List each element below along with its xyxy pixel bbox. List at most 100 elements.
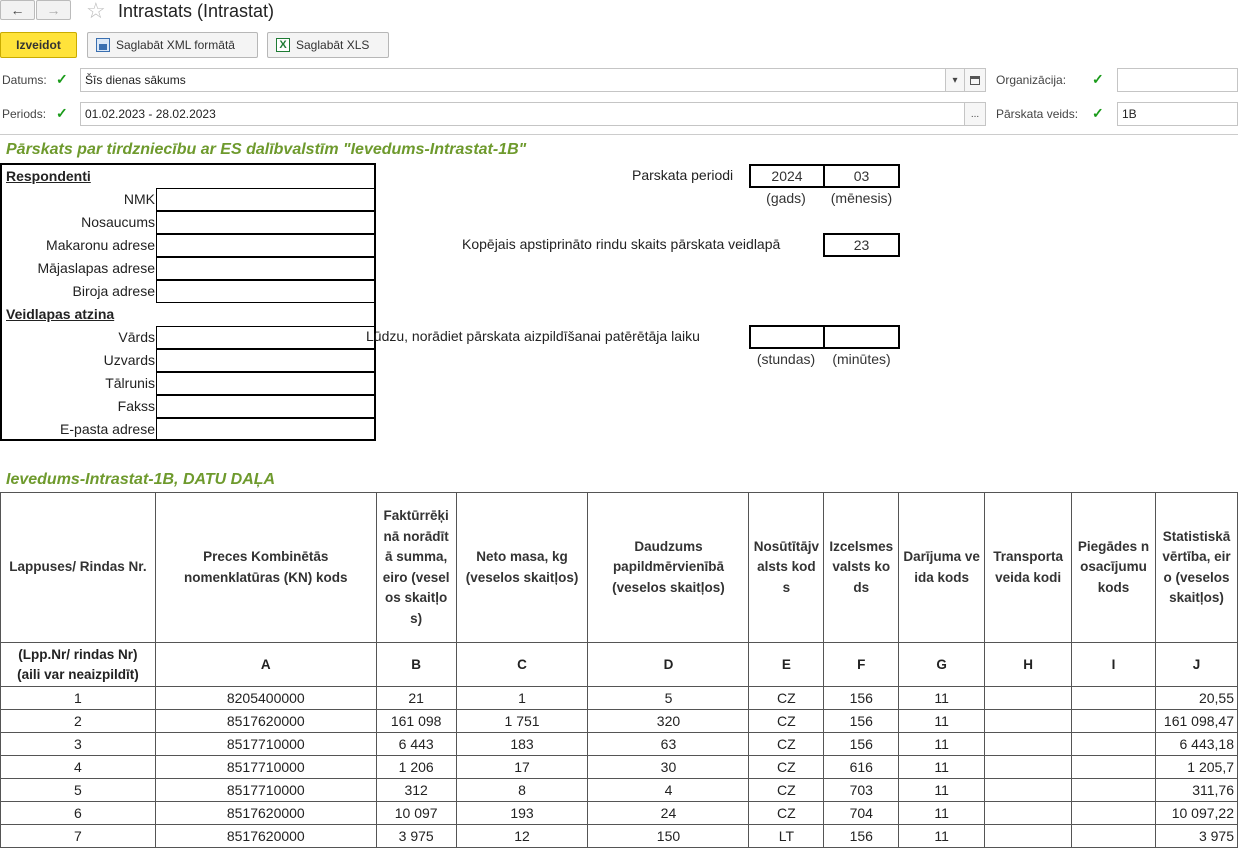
net-mass-cell[interactable]: 183 — [455, 732, 589, 756]
consignment-country-cell[interactable]: CZ — [748, 778, 825, 802]
name-input[interactable] — [156, 211, 376, 234]
invoice-amount-cell[interactable]: 1 206 — [375, 755, 457, 779]
hours-cell[interactable] — [749, 325, 825, 349]
quantity-cell[interactable]: 320 — [587, 709, 750, 733]
statistical-value-cell[interactable]: 6 443,18 — [1154, 732, 1238, 756]
transport-mode-cell[interactable] — [984, 732, 1073, 756]
organization-checkbox[interactable]: ✓ — [1092, 72, 1106, 86]
period-select-button[interactable]: ... — [964, 102, 986, 126]
date-dropdown-button[interactable]: ▾ — [945, 68, 965, 92]
origin-country-cell[interactable]: 156 — [823, 732, 900, 756]
minutes-cell[interactable] — [823, 325, 900, 349]
transaction-type-cell[interactable]: 11 — [898, 709, 986, 733]
row-number-cell[interactable]: 3 — [0, 732, 156, 756]
statistical-value-cell[interactable]: 20,55 — [1154, 686, 1238, 710]
transaction-type-cell[interactable]: 11 — [898, 686, 986, 710]
transport-mode-cell[interactable] — [984, 824, 1073, 848]
statistical-value-cell[interactable]: 10 097,22 — [1154, 801, 1238, 825]
origin-country-cell[interactable]: 156 — [823, 824, 900, 848]
origin-country-cell[interactable]: 156 — [823, 686, 900, 710]
kn-code-cell[interactable]: 8517620000 — [154, 709, 377, 733]
fax-input[interactable] — [156, 395, 376, 418]
phone-input[interactable] — [156, 372, 376, 395]
report-type-checkbox[interactable]: ✓ — [1092, 106, 1106, 120]
transport-mode-cell[interactable] — [984, 801, 1073, 825]
delivery-terms-cell[interactable] — [1071, 801, 1156, 825]
website-input[interactable] — [156, 257, 376, 280]
row-number-cell[interactable]: 7 — [0, 824, 156, 848]
kn-code-cell[interactable]: 8517710000 — [154, 755, 377, 779]
invoice-amount-cell[interactable]: 6 443 — [375, 732, 457, 756]
kn-code-cell[interactable]: 8517620000 — [154, 801, 377, 825]
first-name-input[interactable] — [156, 326, 376, 349]
invoice-amount-cell[interactable]: 3 975 — [375, 824, 457, 848]
nmk-input[interactable] — [156, 188, 376, 211]
date-field[interactable]: Šīs dienas sākums — [80, 68, 946, 92]
consignment-country-cell[interactable]: CZ — [748, 801, 825, 825]
favorite-star-icon[interactable]: ☆ — [86, 0, 106, 22]
organization-field[interactable] — [1117, 68, 1238, 92]
transport-mode-cell[interactable] — [984, 709, 1073, 733]
net-mass-cell[interactable]: 1 751 — [455, 709, 589, 733]
delivery-terms-cell[interactable] — [1071, 824, 1156, 848]
origin-country-cell[interactable]: 704 — [823, 801, 900, 825]
delivery-terms-cell[interactable] — [1071, 709, 1156, 733]
origin-country-cell[interactable]: 156 — [823, 709, 900, 733]
period-month-cell[interactable]: 03 — [823, 164, 900, 188]
transport-mode-cell[interactable] — [984, 686, 1073, 710]
consignment-country-cell[interactable]: CZ — [748, 755, 825, 779]
quantity-cell[interactable]: 24 — [587, 801, 750, 825]
net-mass-cell[interactable]: 17 — [455, 755, 589, 779]
invoice-amount-cell[interactable]: 21 — [375, 686, 457, 710]
statistical-value-cell[interactable]: 161 098,47 — [1154, 709, 1238, 733]
row-number-cell[interactable]: 4 — [0, 755, 156, 779]
transport-mode-cell[interactable] — [984, 755, 1073, 779]
period-checkbox[interactable]: ✓ — [56, 106, 70, 120]
quantity-cell[interactable]: 150 — [587, 824, 750, 848]
transaction-type-cell[interactable]: 11 — [898, 801, 986, 825]
period-year-cell[interactable]: 2024 — [749, 164, 825, 188]
address-input[interactable] — [156, 234, 376, 257]
origin-country-cell[interactable]: 703 — [823, 778, 900, 802]
origin-country-cell[interactable]: 616 — [823, 755, 900, 779]
consignment-country-cell[interactable]: LT — [748, 824, 825, 848]
invoice-amount-cell[interactable]: 10 097 — [375, 801, 457, 825]
kn-code-cell[interactable]: 8205400000 — [154, 686, 377, 710]
save-xml-button[interactable]: Saglabāt XML formātā — [87, 32, 258, 58]
kn-code-cell[interactable]: 8517710000 — [154, 778, 377, 802]
row-number-cell[interactable]: 2 — [0, 709, 156, 733]
quantity-cell[interactable]: 5 — [587, 686, 750, 710]
statistical-value-cell[interactable]: 3 975 — [1154, 824, 1238, 848]
create-button[interactable]: Izveidot — [0, 32, 77, 58]
net-mass-cell[interactable]: 1 — [455, 686, 589, 710]
quantity-cell[interactable]: 63 — [587, 732, 750, 756]
row-number-cell[interactable]: 6 — [0, 801, 156, 825]
net-mass-cell[interactable]: 12 — [455, 824, 589, 848]
save-xls-button[interactable]: X Saglabāt XLS — [267, 32, 389, 58]
row-number-cell[interactable]: 5 — [0, 778, 156, 802]
delivery-terms-cell[interactable] — [1071, 778, 1156, 802]
calendar-button[interactable] — [964, 68, 986, 92]
last-name-input[interactable] — [156, 349, 376, 372]
delivery-terms-cell[interactable] — [1071, 755, 1156, 779]
invoice-amount-cell[interactable]: 312 — [375, 778, 457, 802]
report-type-field[interactable]: 1B — [1117, 102, 1238, 126]
email-input[interactable] — [156, 418, 376, 441]
statistical-value-cell[interactable]: 311,76 — [1154, 778, 1238, 802]
net-mass-cell[interactable]: 8 — [455, 778, 589, 802]
quantity-cell[interactable]: 30 — [587, 755, 750, 779]
statistical-value-cell[interactable]: 1 205,7 — [1154, 755, 1238, 779]
delivery-terms-cell[interactable] — [1071, 732, 1156, 756]
transaction-type-cell[interactable]: 11 — [898, 755, 986, 779]
office-address-input[interactable] — [156, 280, 376, 303]
forward-button[interactable]: → — [36, 0, 71, 20]
consignment-country-cell[interactable]: CZ — [748, 732, 825, 756]
consignment-country-cell[interactable]: CZ — [748, 686, 825, 710]
delivery-terms-cell[interactable] — [1071, 686, 1156, 710]
kn-code-cell[interactable]: 8517710000 — [154, 732, 377, 756]
period-field[interactable]: 01.02.2023 - 28.02.2023 — [80, 102, 966, 126]
kn-code-cell[interactable]: 8517620000 — [154, 824, 377, 848]
back-button[interactable]: ← — [0, 0, 35, 20]
consignment-country-cell[interactable]: CZ — [748, 709, 825, 733]
quantity-cell[interactable]: 4 — [587, 778, 750, 802]
